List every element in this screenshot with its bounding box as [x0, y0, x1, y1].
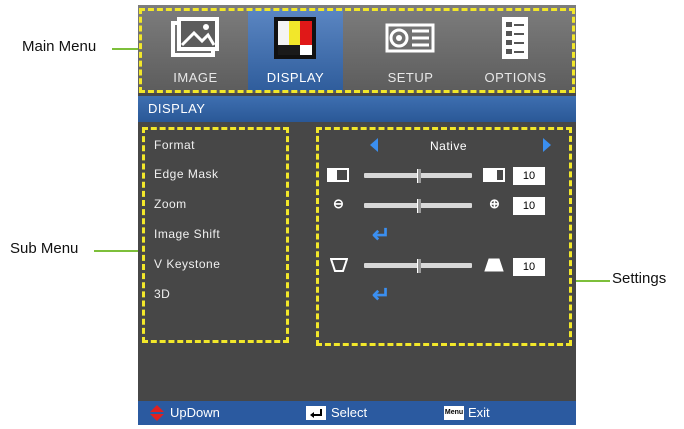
arrow-right-icon[interactable] [543, 138, 551, 152]
bottom-help-bar: UpDown Select Menu Exit [138, 401, 576, 425]
settings-callout-line [572, 280, 610, 282]
settings-highlight [316, 127, 572, 346]
zoom-value: 10 [513, 197, 545, 215]
sub-menu-item-image-shift[interactable]: Image Shift [154, 227, 220, 241]
arrow-left-icon[interactable] [370, 138, 378, 152]
exit-label: Exit [468, 405, 490, 420]
keystone-decrease-icon[interactable] [330, 258, 348, 272]
keystone-increase-icon[interactable] [484, 258, 504, 272]
select-label: Select [331, 405, 368, 420]
enter-key-icon [306, 406, 326, 420]
keystone-value: 10 [513, 258, 545, 276]
edge-mask-slider-thumb[interactable] [417, 169, 421, 183]
sub-menu-item-3d[interactable]: 3D [154, 287, 170, 301]
page-title: DISPLAY [148, 101, 206, 116]
main-menu-callout: Main Menu [22, 38, 97, 55]
edge-mask-value: 10 [513, 167, 545, 185]
sub-menu-item-zoom[interactable]: Zoom [154, 197, 187, 211]
osd-window: IMAGE DISPLAY SETUP OPTIONS DISPLAY Form… [138, 5, 576, 425]
zoom-in-icon[interactable]: ⊕ [489, 196, 500, 212]
sub-menu-callout: Sub Menu [10, 240, 79, 257]
edge-mask-increase-icon[interactable] [483, 168, 505, 182]
3d-enter-icon[interactable]: ↵ [372, 284, 390, 306]
sub-menu-item-format[interactable]: Format [154, 138, 195, 152]
edge-mask-decrease-icon[interactable] [327, 168, 349, 182]
image-shift-enter-icon[interactable]: ↵ [372, 224, 390, 246]
updown-arrows-icon [150, 405, 164, 421]
sub-menu-item-edge-mask[interactable]: Edge Mask [154, 167, 219, 181]
settings-callout: Settings [612, 270, 667, 287]
zoom-slider-thumb[interactable] [417, 199, 421, 213]
main-menu-highlight [139, 8, 575, 93]
format-value: Native [430, 139, 468, 153]
page-title-bar: DISPLAY [138, 96, 576, 122]
zoom-out-icon[interactable]: ⊖ [333, 196, 344, 212]
updown-label: UpDown [170, 405, 220, 420]
menu-key-icon: Menu [444, 406, 464, 420]
sub-menu-item-v-keystone[interactable]: V Keystone [154, 257, 220, 271]
keystone-slider-thumb[interactable] [417, 259, 421, 273]
